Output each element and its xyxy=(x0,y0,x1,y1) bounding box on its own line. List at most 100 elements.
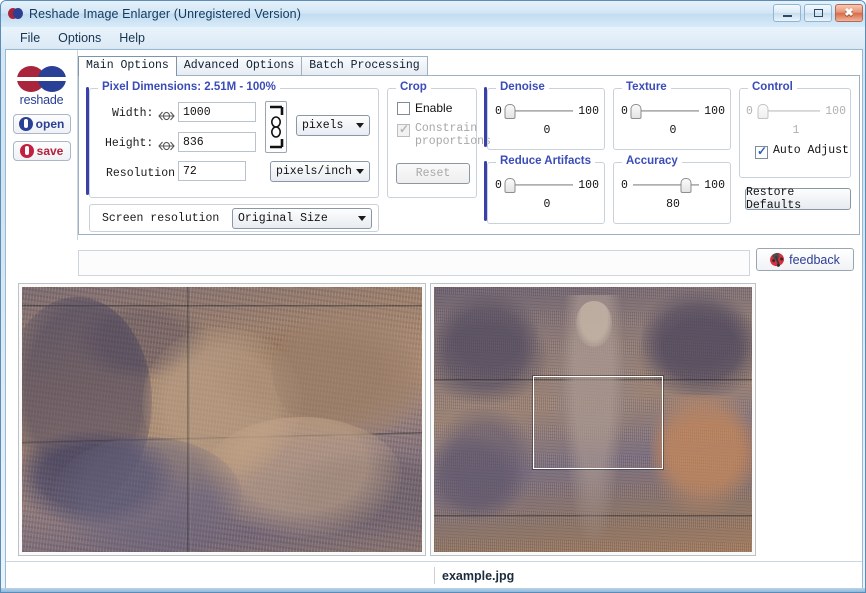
chevron-down-icon xyxy=(358,216,366,221)
status-filename: example.jpg xyxy=(442,569,514,583)
reduce-artifacts-caption: Reduce Artifacts xyxy=(496,155,595,167)
preview-panes xyxy=(6,283,862,558)
selection-rectangle[interactable] xyxy=(533,376,663,469)
width-link-arrows-icon xyxy=(158,108,175,126)
reduce-artifacts-max-label: 100 xyxy=(578,179,599,192)
pixel-units-value: pixels xyxy=(302,119,343,132)
feedback-button-label: feedback xyxy=(789,253,840,267)
pixel-dimensions-group: Pixel Dimensions: 2.51M - 100% Width: He… xyxy=(89,88,379,198)
zoomed-detail-preview[interactable] xyxy=(18,283,426,556)
full-image-preview[interactable] xyxy=(430,283,756,556)
resolution-units-value: pixels/inch xyxy=(276,165,352,178)
texture-group: Texture 0 100 0 xyxy=(613,88,731,150)
resolution-units-select[interactable]: pixels/inch xyxy=(270,161,370,182)
reshade-logo-mark-icon xyxy=(17,66,67,92)
chevron-down-icon xyxy=(356,123,364,128)
accuracy-caption: Accuracy xyxy=(622,155,682,167)
chain-link-icon[interactable] xyxy=(265,101,287,153)
slider-thumb[interactable] xyxy=(505,104,516,119)
crop-reset-button: Reset xyxy=(396,163,470,184)
accuracy-slider[interactable] xyxy=(633,177,699,193)
height-input[interactable] xyxy=(178,132,256,152)
height-label: Height: xyxy=(105,137,153,150)
checkbox-icon xyxy=(755,146,768,159)
texture-value: 0 xyxy=(621,124,725,137)
save-icon xyxy=(20,144,34,158)
slider-thumb[interactable] xyxy=(505,178,516,193)
client-area: reshade open save Main Options Advanced … xyxy=(5,49,863,590)
screen-resolution-group: Screen resolution Original Size xyxy=(89,204,379,232)
full-image-canvas[interactable] xyxy=(434,287,752,552)
close-icon: ✖ xyxy=(844,8,853,19)
menu-item-file[interactable]: File xyxy=(11,29,49,47)
reduce-artifacts-group: Reduce Artifacts 0 100 0 xyxy=(487,162,605,224)
slider-thumb[interactable] xyxy=(681,178,692,193)
message-well xyxy=(78,250,750,276)
screen-resolution-label: Screen resolution xyxy=(102,212,219,225)
denoise-max-label: 100 xyxy=(578,105,599,118)
foliage-carving xyxy=(438,293,538,381)
control-group: Control 0 100 1 Auto Adjust xyxy=(739,88,851,178)
resolution-label: Resolution xyxy=(106,167,175,180)
denoise-group: Denoise 0 100 0 xyxy=(487,88,605,150)
control-min-label: 0 xyxy=(746,105,753,118)
save-button[interactable]: save xyxy=(13,141,71,161)
control-slider xyxy=(758,103,820,119)
control-caption: Control xyxy=(748,81,797,93)
foliage-carving xyxy=(436,407,532,517)
reduce-artifacts-slider[interactable] xyxy=(507,177,573,193)
window-controls: ✖ xyxy=(773,4,863,22)
reduce-artifacts-value: 0 xyxy=(495,198,599,211)
control-max-label: 100 xyxy=(825,105,846,118)
width-input[interactable] xyxy=(178,102,256,122)
denoise-slider[interactable] xyxy=(507,103,573,119)
tab-batch-processing[interactable]: Batch Processing xyxy=(301,56,427,76)
tab-main-options[interactable]: Main Options xyxy=(78,56,177,76)
reshade-logo-icon xyxy=(8,8,23,20)
resolution-input[interactable] xyxy=(178,161,246,181)
save-button-label: save xyxy=(37,144,64,158)
pixel-dimensions-caption: Pixel Dimensions: 2.51M - 100% xyxy=(98,81,280,93)
ladybug-icon xyxy=(768,251,785,268)
checkbox-icon xyxy=(397,124,410,137)
screen-resolution-select[interactable]: Original Size xyxy=(232,208,372,229)
auto-adjust-checkbox[interactable]: Auto Adjust xyxy=(755,145,849,159)
application-window: Reshade Image Enlarger (Unregistered Ver… xyxy=(0,0,866,593)
feedback-button[interactable]: feedback xyxy=(756,248,854,271)
maximize-button[interactable] xyxy=(804,4,832,22)
crop-enable-checkbox[interactable]: Enable xyxy=(397,101,452,115)
tab-advanced-options[interactable]: Advanced Options xyxy=(176,56,302,76)
checkbox-icon xyxy=(397,102,410,115)
slider-thumb[interactable] xyxy=(631,104,642,119)
restore-defaults-label: Restore Defaults xyxy=(746,186,850,212)
texture-max-label: 100 xyxy=(704,105,725,118)
crop-group: Crop Enable Constrain proportions Reset xyxy=(387,88,477,198)
zoomed-detail-canvas[interactable] xyxy=(22,287,422,552)
pixel-units-select[interactable]: pixels xyxy=(296,115,370,136)
left-toolbar: reshade open save xyxy=(6,50,78,240)
texture-slider[interactable] xyxy=(633,103,699,119)
menu-item-help[interactable]: Help xyxy=(110,29,154,47)
height-link-arrows-icon xyxy=(158,138,175,156)
minimize-icon xyxy=(783,15,792,17)
open-icon xyxy=(19,117,33,131)
close-button[interactable]: ✖ xyxy=(835,4,863,22)
status-separator xyxy=(434,567,435,584)
open-button[interactable]: open xyxy=(13,114,71,134)
denoise-caption: Denoise xyxy=(496,81,549,93)
control-value: 1 xyxy=(746,124,846,137)
title-bar: Reshade Image Enlarger (Unregistered Ver… xyxy=(1,1,866,27)
accuracy-value: 80 xyxy=(621,198,725,211)
restore-defaults-button[interactable]: Restore Defaults xyxy=(745,188,851,210)
accuracy-max-label: 100 xyxy=(704,179,725,192)
menu-bar: File Options Help xyxy=(1,27,866,48)
crop-enable-label: Enable xyxy=(415,101,452,115)
auto-adjust-label: Auto Adjust xyxy=(773,145,849,158)
menu-item-options[interactable]: Options xyxy=(49,29,110,47)
status-bar: example.jpg xyxy=(6,561,862,589)
window-bottom-strip xyxy=(1,588,866,592)
denoise-value: 0 xyxy=(495,124,599,137)
width-label: Width: xyxy=(112,107,153,120)
minimize-button[interactable] xyxy=(773,4,801,22)
logo-wordmark: reshade xyxy=(20,93,64,107)
